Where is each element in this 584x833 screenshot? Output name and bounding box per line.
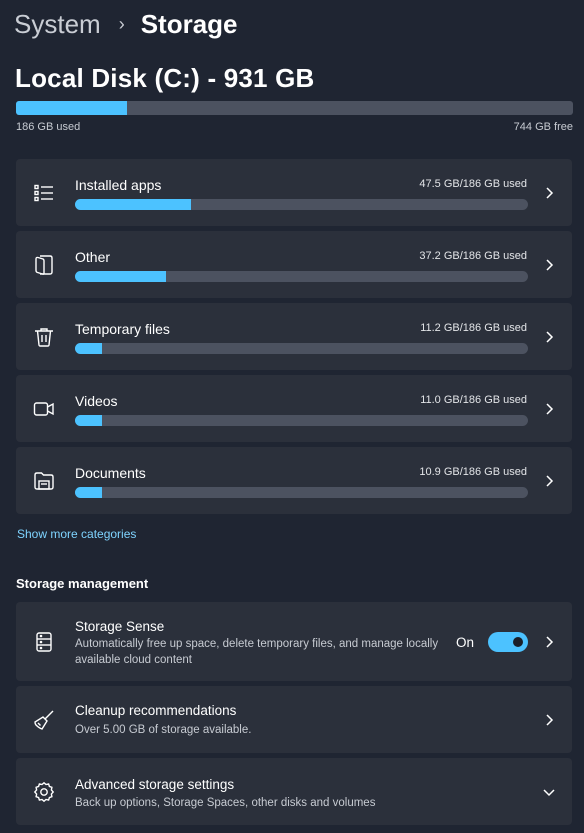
advanced-settings-title: Advanced storage settings <box>75 777 235 792</box>
page-title: Storage <box>140 8 238 39</box>
disk-usage-fill <box>16 101 128 115</box>
category-usage-fill <box>75 487 102 498</box>
other-files-icon <box>32 253 56 277</box>
list-icon <box>32 181 56 205</box>
chevron-right-icon <box>542 474 556 488</box>
storage-sense-description: Automatically free up space, delete temp… <box>75 638 439 666</box>
cleanup-recommendations-card[interactable]: Cleanup recommendations Over 5.00 GB of … <box>16 686 572 753</box>
storage-sense-title: Storage Sense <box>75 619 165 634</box>
category-usage-fill <box>75 199 191 210</box>
category-usage: 11.0 GB/186 GB used <box>420 394 527 406</box>
category-usage: 47.5 GB/186 GB used <box>419 178 527 190</box>
disk-free-label: 744 GB free <box>513 121 573 133</box>
storage-sense-toggle-label: On <box>456 635 475 650</box>
breadcrumb: System › Storage <box>14 6 238 42</box>
category-temporary-files[interactable]: Temporary files 11.2 GB/186 GB used <box>16 303 572 370</box>
category-label: Temporary files <box>75 321 170 337</box>
breadcrumb-separator-icon: › <box>118 13 125 34</box>
advanced-settings-description: Back up options, Storage Spaces, other d… <box>75 797 376 809</box>
chevron-down-icon <box>542 785 556 799</box>
category-label: Installed apps <box>75 177 162 193</box>
category-usage-bar <box>75 487 528 498</box>
category-other[interactable]: Other 37.2 GB/186 GB used <box>16 231 572 298</box>
category-label: Other <box>75 249 111 265</box>
gear-icon <box>32 780 56 804</box>
documents-folder-icon <box>32 469 56 493</box>
category-documents[interactable]: Documents 10.9 GB/186 GB used <box>16 447 572 514</box>
chevron-right-icon <box>542 402 556 416</box>
category-usage-fill <box>75 415 102 426</box>
category-label: Documents <box>75 465 146 481</box>
disk-used-label: 186 GB used <box>16 121 81 133</box>
breadcrumb-system[interactable]: System <box>14 9 101 40</box>
category-label: Videos <box>75 393 118 409</box>
category-usage-fill <box>75 271 166 282</box>
chevron-right-icon <box>542 330 556 344</box>
chevron-right-icon <box>542 713 556 727</box>
category-usage-bar <box>75 271 528 282</box>
disk-title: Local Disk (C:) - 931 GB <box>15 63 315 93</box>
chevron-right-icon <box>542 186 556 200</box>
toggle-knob <box>513 637 523 647</box>
storage-sense-card[interactable]: Storage Sense Automatically free up spac… <box>16 602 572 681</box>
chevron-right-icon <box>542 635 556 649</box>
category-installed-apps[interactable]: Installed apps 47.5 GB/186 GB used <box>16 159 572 226</box>
storage-management-heading: Storage management <box>16 576 149 591</box>
cleanup-title: Cleanup recommendations <box>75 703 237 718</box>
category-usage: 11.2 GB/186 GB used <box>420 322 527 334</box>
show-more-categories-link[interactable]: Show more categories <box>17 527 136 541</box>
trash-icon <box>32 325 56 349</box>
chevron-right-icon <box>542 258 556 272</box>
disk-usage-bar <box>16 101 573 115</box>
broom-icon <box>32 708 56 732</box>
category-usage-fill <box>75 343 103 354</box>
category-usage-bar <box>75 343 528 354</box>
category-usage: 37.2 GB/186 GB used <box>419 250 527 262</box>
category-usage: 10.9 GB/186 GB used <box>419 466 527 478</box>
storage-sense-toggle[interactable] <box>488 632 528 652</box>
cleanup-description: Over 5.00 GB of storage available. <box>75 724 252 736</box>
category-usage-bar <box>75 199 528 210</box>
video-camera-icon <box>32 397 56 421</box>
category-videos[interactable]: Videos 11.0 GB/186 GB used <box>16 375 572 442</box>
storage-drive-icon <box>32 630 56 654</box>
category-usage-bar <box>75 415 528 426</box>
advanced-storage-settings-card[interactable]: Advanced storage settings Back up option… <box>16 758 572 825</box>
